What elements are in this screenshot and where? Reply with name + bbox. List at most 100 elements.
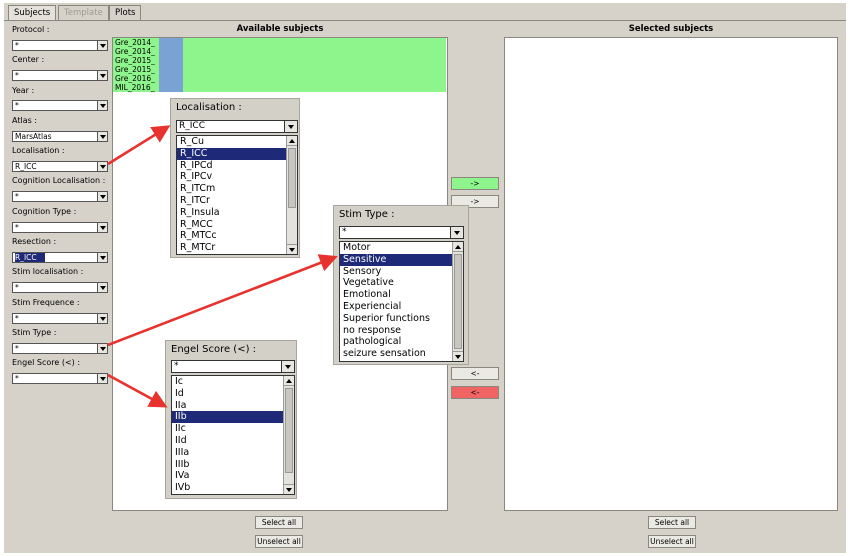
scroll-down-icon[interactable] [453,351,463,361]
dropdown-option-selected[interactable]: Sensitive [340,253,463,266]
center-combo[interactable]: * [12,70,108,81]
dropdown-option[interactable]: Ic [172,376,294,388]
engel-score-combo[interactable]: * [12,373,108,384]
resection-label: Resection : [12,237,57,246]
stim-frequence-combo[interactable]: * [12,313,108,324]
stim-type-popup: Stim Type : * Motor Sensitive Sensory Ve… [333,205,469,365]
dropdown-option[interactable]: R_MTCr [177,242,297,254]
engel-score-popup-title: Engel Score (<) : [171,344,257,355]
center-label: Center : [12,55,45,64]
dropdown-option[interactable]: R_IPCd [177,160,297,172]
year-combo[interactable]: * [12,100,108,111]
chevron-down-icon [97,314,107,323]
chevron-down-icon [97,223,107,232]
stim-type-label: Stim Type : [12,328,57,337]
scroll-down-icon[interactable] [287,244,297,254]
stim-localisation-combo[interactable]: * [12,282,108,293]
dropdown-option[interactable]: no response [340,325,463,337]
available-unselect-all-button[interactable]: Unselect all [255,535,303,548]
engel-score-popup-combo[interactable]: * [171,360,295,373]
dropdown-option[interactable]: IId [172,435,294,447]
dropdown-option[interactable]: seizure sensation [340,348,463,360]
cognition-type-combo[interactable]: * [12,222,108,233]
dropdown-option[interactable]: R_ITCr [177,195,297,207]
stim-type-scrollbar[interactable] [452,242,463,361]
chevron-down-icon [97,101,107,110]
dropdown-option[interactable]: IIa [172,400,294,412]
dropdown-option[interactable]: R_IPCv [177,171,297,183]
localisation-scrollbar[interactable] [286,136,297,254]
dropdown-option[interactable]: Experiencial [340,301,463,313]
dropdown-option[interactable]: R_MTCc [177,230,297,242]
dropdown-option[interactable]: Id [172,388,294,400]
chevron-down-icon [97,344,107,353]
remove-all-button[interactable]: <- [451,386,499,399]
tab-template[interactable]: Template [58,5,109,20]
dropdown-option[interactable]: IVb [172,482,294,494]
stim-frequence-label: Stim Frequence : [12,298,80,307]
dropdown-option[interactable]: Motor [340,242,463,254]
localisation-dropdown-list[interactable]: R_Cu R_ICC R_IPCd R_IPCv R_ITCm R_ITCr R… [176,135,298,255]
dropdown-option-selected[interactable]: R_ICC [177,147,297,160]
protocol-label: Protocol : [12,25,50,34]
year-label: Year : [12,86,35,95]
stim-type-popup-title: Stim Type : [339,209,395,220]
protocol-combo[interactable]: * [12,40,108,51]
dropdown-option[interactable]: Vegetative [340,277,463,289]
chevron-down-icon [97,192,107,201]
dropdown-option[interactable]: IIIb [172,459,294,471]
atlas-combo[interactable]: MarsAtlas [12,131,108,142]
chevron-down-icon [97,162,107,171]
cognition-localisation-label: Cognition Localisation : [12,176,106,185]
localisation-popup-combo[interactable]: R_ICC [176,120,298,133]
dropdown-option[interactable]: IIIa [172,447,294,459]
dropdown-option[interactable]: R_Insula [177,207,297,219]
chevron-down-icon [97,283,107,292]
localisation-popup: Localisation : R_ICC R_Cu R_ICC R_IPCd R… [170,98,300,258]
chevron-down-icon [281,361,294,372]
selected-unselect-all-button[interactable]: Unselect all [648,535,696,548]
localisation-combo[interactable]: R_ICC [12,161,108,172]
selected-subjects-header: Selected subjects [628,24,714,34]
tab-subjects[interactable]: Subjects [8,5,57,21]
chevron-down-icon [97,71,107,80]
scroll-thumb[interactable] [288,148,296,208]
remove-selected-button[interactable]: <- [451,367,499,380]
cognition-type-label: Cognition Type : [12,207,77,216]
dropdown-option[interactable]: Sensory [340,266,463,278]
dropdown-option[interactable]: IIc [172,423,294,435]
scroll-up-icon[interactable] [284,376,294,386]
chevron-down-icon [97,132,107,141]
scroll-thumb[interactable] [454,254,462,349]
dropdown-option[interactable]: IVa [172,470,294,482]
stim-type-popup-combo[interactable]: * [339,226,464,239]
dropdown-option-selected[interactable]: IIb [172,411,294,424]
dropdown-option[interactable]: Emotional [340,289,463,301]
selected-select-all-button[interactable]: Select all [648,516,696,529]
dropdown-option[interactable]: R_ITCm [177,183,297,195]
dropdown-option[interactable]: R_Cu [177,136,297,148]
dropdown-option[interactable]: R_MCC [177,219,297,231]
engel-score-scrollbar[interactable] [283,376,294,494]
cognition-localisation-combo[interactable]: * [12,191,108,202]
scroll-down-icon[interactable] [284,484,294,494]
engel-score-popup: Engel Score (<) : * Ic Id IIa IIb IIc II… [165,340,297,499]
stim-type-dropdown-list[interactable]: Motor Sensitive Sensory Vegetative Emoti… [339,241,464,362]
engel-score-dropdown-list[interactable]: Ic Id IIa IIb IIc IId IIIa IIIb IVa IVb [171,375,295,495]
dropdown-option[interactable]: pathological [340,336,463,348]
scroll-thumb[interactable] [285,388,293,473]
chevron-down-icon [97,41,107,50]
chevron-down-icon [284,121,297,132]
dropdown-option[interactable]: Superior functions [340,313,463,325]
stim-type-combo[interactable]: * [12,343,108,354]
scroll-up-icon[interactable] [287,136,297,146]
add-selected-button[interactable]: -> [451,177,499,190]
resection-combo[interactable]: R_ICC [12,252,108,263]
available-select-all-button[interactable]: Select all [255,516,303,529]
scroll-up-icon[interactable] [453,242,463,252]
stim-localisation-label: Stim localisation : [12,267,84,276]
chevron-down-icon [97,253,107,262]
engel-score-label: Engel Score (<) : [12,358,81,367]
tab-plots[interactable]: Plots [109,5,142,20]
selected-subjects-list[interactable] [504,37,838,511]
